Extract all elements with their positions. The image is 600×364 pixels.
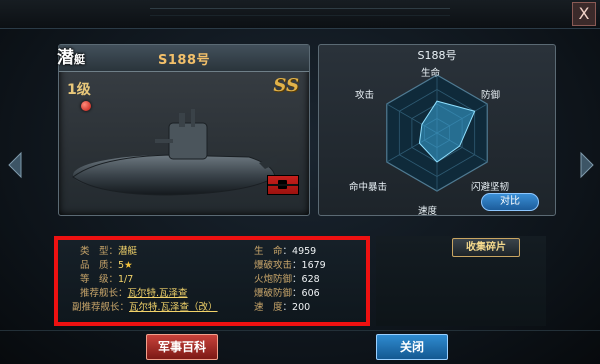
rec-commander-row: 推荐舰长：瓦尔特.瓦泽查 [80,288,188,300]
ship-name: S188号 [158,53,210,68]
grade-mark: SS [273,75,299,96]
radar-label-bottom-left: 命中暴击 [349,182,388,193]
rec-vice-label: 副推荐舰长： [72,302,130,313]
close-button[interactable]: 关闭 [376,334,448,360]
ship-level: 1级 [67,82,91,98]
type-label: 类 型： [80,246,119,257]
burst-def-value: 606 [301,288,320,299]
hp-row: 生 命：4959 [254,246,317,257]
burst-def-label: 爆破防御 [254,288,293,299]
burst-def-row: 爆破防御：606 [254,288,320,299]
radar-label-top-right: 防御 [481,90,501,101]
close-window-button[interactable]: X [572,2,596,26]
ship-class-small: 艇 [74,53,85,66]
type-value: 潜艇 [118,246,138,257]
hp-value: 4959 [292,246,317,257]
radar-label-top: 生命 [421,68,441,79]
previous-arrow-icon[interactable] [6,150,24,180]
rec-commander-link[interactable]: 瓦尔特.瓦泽查 [128,288,188,299]
speed-value: 200 [292,302,311,313]
quality-label: 品 质： [80,260,119,271]
flag-icon [267,175,299,195]
collect-fragments-button[interactable]: 收集碎片 [452,238,520,257]
ship-info-window: X S188号 潜艇 1级 SS S188号 生命 防御 闪避坚韧 速度 命中暴… [0,0,600,364]
quality-row: 品 质：5★ [80,260,133,272]
fire-def-row: 火炮防御：628 [254,274,320,285]
bottom-divider [0,330,600,331]
radar-label-top-left: 攻击 [355,90,375,101]
burst-atk-value: 1679 [301,260,326,271]
top-bar: X [0,0,600,29]
rank-label: 等 级： [80,274,119,285]
radar-card: S188号 生命 防御 闪避坚韧 速度 命中暴击 攻击 对比 [318,44,556,217]
fire-def-label: 火炮防御 [254,274,293,285]
ship-card-header: S188号 [59,45,309,72]
burst-atk-row: 爆破攻击：1679 [254,260,326,271]
fire-def-value: 628 [301,274,320,285]
next-arrow-icon[interactable] [578,150,596,180]
radar-label-bottom: 速度 [418,206,438,217]
encyclopedia-button[interactable]: 军事百科 [146,334,218,360]
radar-label-bottom-right: 闪避坚韧 [471,182,510,193]
ship-class-badge: 潜艇 [57,43,85,68]
rec-vice-link[interactable]: 瓦尔特.瓦泽查（改） [129,302,218,313]
rank-row: 等 级：1/7 [80,274,133,286]
stats-panel: 类 型：潜艇 品 质：5★ 等 级：1/7 推荐舰长：瓦尔特.瓦泽查 副推荐舰长… [54,236,370,326]
rec-commander-label: 推荐舰长： [80,288,128,299]
star-icon: ★ [124,260,133,271]
compare-button[interactable]: 对比 [481,193,539,211]
speed-label: 速 度 [254,302,283,313]
hp-label: 生 命 [254,246,283,257]
type-row: 类 型：潜艇 [80,246,137,258]
rank-value: 1/7 [118,274,134,285]
ship-card: S188号 潜艇 1级 SS [57,43,310,216]
top-ornament [150,8,450,16]
ship-class-big: 潜 [57,48,74,68]
speed-row: 速 度：200 [254,302,311,313]
burst-atk-label: 爆破攻击 [254,260,293,271]
submarine-image [69,105,279,209]
rec-vice-row: 副推荐舰长：瓦尔特.瓦泽查（改） [72,302,218,314]
